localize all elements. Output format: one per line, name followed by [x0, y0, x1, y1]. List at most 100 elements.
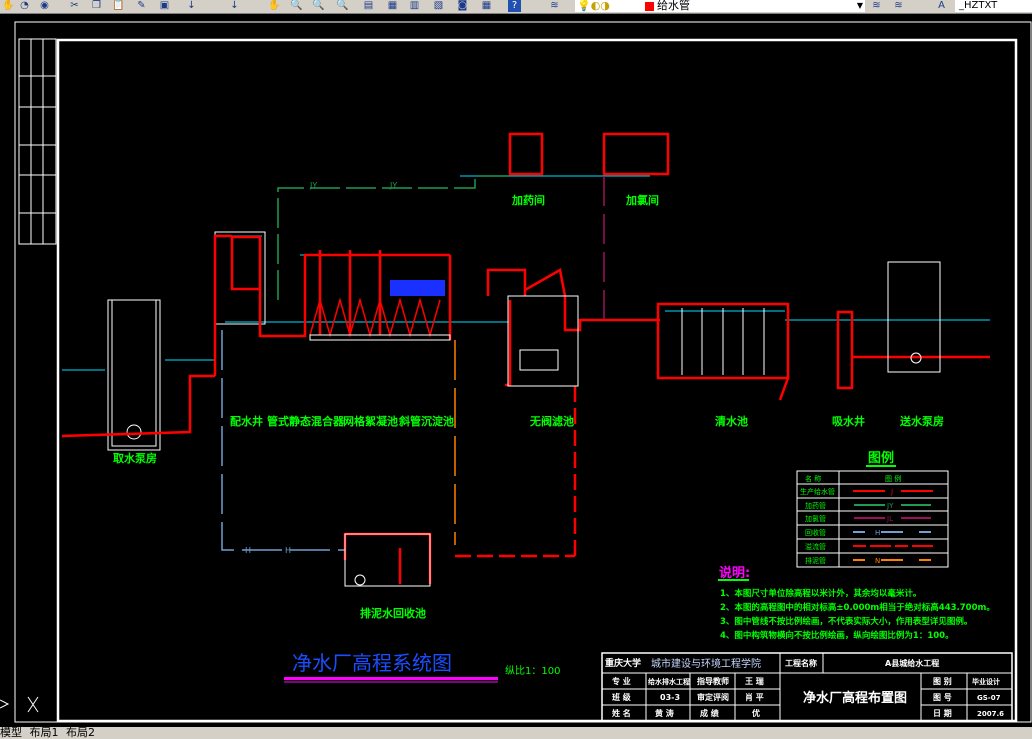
- supply-pipes: [213, 132, 990, 584]
- note-item: 1、本图尺寸单位除高程以米计外，其余均以毫米计。: [720, 588, 921, 599]
- title-underline: [284, 677, 498, 680]
- pan-icon[interactable]: ✋: [2, 0, 15, 12]
- paste-icon[interactable]: 📋: [112, 0, 125, 12]
- legend-title: 图例: [868, 450, 894, 466]
- legend-mark: N: [875, 557, 880, 565]
- layer-color-swatch: [645, 1, 654, 11]
- sedimentation-tubes: [309, 297, 441, 338]
- block-icon[interactable]: ▣: [158, 0, 171, 12]
- major-value: 给水排水工程: [648, 677, 690, 686]
- drawing-element: [354, 574, 366, 586]
- intake-pump-house: [107, 299, 161, 451]
- toolbar: ✋ ◔ ◉ ✂ ❐ 📋 ✎ ▣ ↓ ↓ ✋ 🔍 🔍 🔍 ▤ ▦ ▥ ▧ ◙ ▦ …: [0, 0, 1032, 14]
- drawing-element: [214, 231, 266, 325]
- open-icon[interactable]: ◔: [18, 0, 31, 12]
- legend-row-name: 溢流管: [805, 542, 826, 551]
- date-label: 日 期: [933, 708, 952, 718]
- calculator-icon[interactable]: ▦: [480, 0, 493, 12]
- zoom-window-icon[interactable]: 🔍: [312, 0, 325, 12]
- drawing-element: [486, 268, 527, 296]
- layout-tabs: 模型 布局1 布局2: [0, 727, 1032, 739]
- number-label: 图 号: [933, 693, 952, 702]
- drawing-element: [508, 132, 544, 176]
- zoom-realtime-icon[interactable]: 🔍: [290, 0, 303, 12]
- chevron-down-icon[interactable]: ▼: [857, 0, 863, 12]
- layer-dropdown[interactable]: 💡◐◑ 给水管 ▼: [575, 0, 865, 12]
- layer-previous-icon[interactable]: ≋: [892, 0, 905, 12]
- note-item: 2、本图的高程图中的相对标高±0.000m相当于绝对标高443.700m。: [720, 602, 995, 613]
- drawing-element: [230, 235, 262, 291]
- tool-palette-icon[interactable]: ▥: [408, 0, 421, 12]
- category-label: 图 别: [933, 677, 952, 686]
- design-center-icon[interactable]: ▦: [386, 0, 399, 12]
- legend-header-symbol: 图 例: [885, 474, 901, 483]
- drawing-element: [602, 132, 670, 176]
- drawing-element: 重庆大学 城市建设与环境工程学院 工程名称 A县城给水工程 专 业 给水排水工程…: [605, 657, 1004, 718]
- pipe-mark-jy: JY: [389, 181, 397, 190]
- scale-label: 纵比1：100: [505, 665, 560, 677]
- label-sedimentation: 斜管沉淀池: [398, 414, 454, 428]
- undo-icon[interactable]: ↓: [185, 0, 198, 12]
- advisor-label: 指导教师: [697, 676, 729, 686]
- class-value: 03-3: [660, 693, 680, 702]
- legend-mark: H: [875, 529, 880, 537]
- school-name: 城市建设与环境工程学院: [651, 657, 761, 670]
- redo-icon[interactable]: ↓: [228, 0, 241, 12]
- drawing-element: [214, 231, 266, 325]
- drawing-canvas[interactable]: 取水泵房 配水井 管式静态混合器 网格絮凝池 斜管沉淀池 无阀滤池 清水池 吸水…: [0, 14, 1032, 727]
- name-value: 黄 涛: [655, 708, 674, 718]
- label-static-mixer: 管式静态混合器: [267, 414, 345, 428]
- delivery-pump-house: [887, 261, 941, 373]
- markup-icon[interactable]: ◙: [456, 0, 469, 12]
- help-icon[interactable]: ?: [508, 0, 521, 12]
- legend-row-name: 排泥管: [805, 556, 826, 565]
- sheetset-icon[interactable]: ▧: [432, 0, 445, 12]
- text-style-select[interactable]: _HZTXT: [955, 0, 1032, 12]
- realtime-pan-icon[interactable]: ✋: [268, 0, 281, 12]
- make-current-layer-icon[interactable]: ≋: [870, 0, 883, 12]
- recycle-pipe: [221, 330, 345, 551]
- globe-icon[interactable]: ◉: [38, 0, 51, 12]
- tab-layout1[interactable]: 布局1: [30, 726, 59, 739]
- project-name: A县城给水工程: [885, 658, 939, 668]
- sludge-recovery-tank: [344, 533, 431, 587]
- legend: 图例 名 称 图 例 生产给水管 加药管 加氯管 回收管 溢流管 排泥管 J J…: [796, 450, 949, 568]
- pipe-mark-h: H: [245, 546, 251, 555]
- text-style-icon[interactable]: A: [935, 0, 948, 12]
- tab-layout2[interactable]: 布局2: [66, 726, 95, 739]
- side-stamp-table: [18, 38, 57, 245]
- zoom-previous-icon[interactable]: 🔍: [336, 0, 349, 12]
- advisor-value: 王 瑞: [745, 676, 764, 686]
- drawing-element: [778, 377, 790, 401]
- drawing-element: 1、本图尺寸单位除高程以米计外，其余均以毫米计。 2、本图的高程图中的相对标高±…: [720, 588, 995, 641]
- label-suction-well: 吸水井: [832, 414, 865, 428]
- properties-icon[interactable]: ▤: [362, 0, 375, 12]
- label-delivery-pump: 送水泵房: [899, 414, 944, 428]
- date-value: 2007.6: [977, 710, 1004, 718]
- legend-mark: J: [890, 488, 893, 496]
- match-properties-icon[interactable]: ✎: [135, 0, 148, 12]
- pipe-mark-jy: JY: [309, 181, 317, 190]
- legend-mark: JY: [886, 502, 894, 510]
- legend-header-name: 名 称: [805, 474, 821, 483]
- cut-icon[interactable]: ✂: [68, 0, 81, 12]
- name-label: 姓 名: [611, 708, 631, 718]
- legend-row-name: 生产给水管: [800, 487, 835, 496]
- legend-row-name: 回收管: [805, 528, 826, 537]
- valveless-filter: [507, 295, 579, 387]
- drawing-element: [111, 299, 157, 447]
- pipe-mark-h: H: [285, 546, 291, 555]
- layer-manager-icon[interactable]: ≋: [548, 0, 561, 12]
- label-distribution-well: 配水井: [230, 414, 263, 428]
- label-grid-flocculation: 网格絮凝池: [343, 414, 398, 428]
- label-intake-pump: 取水泵房: [113, 451, 157, 465]
- legend-mark: JL: [886, 515, 893, 523]
- drawing-element: [507, 295, 579, 387]
- note-item: 4、图中构筑物横向不按比例绘画，纵向绘图比例为1：100。: [720, 630, 954, 641]
- tab-model[interactable]: 模型: [0, 726, 22, 739]
- drawing-element: [887, 261, 941, 373]
- label-valveless-filter: 无阀滤池: [529, 414, 574, 428]
- copy-icon[interactable]: ❐: [90, 0, 103, 12]
- drawing-element: [213, 234, 232, 376]
- label-clear-water-tank: 清水池: [715, 414, 748, 428]
